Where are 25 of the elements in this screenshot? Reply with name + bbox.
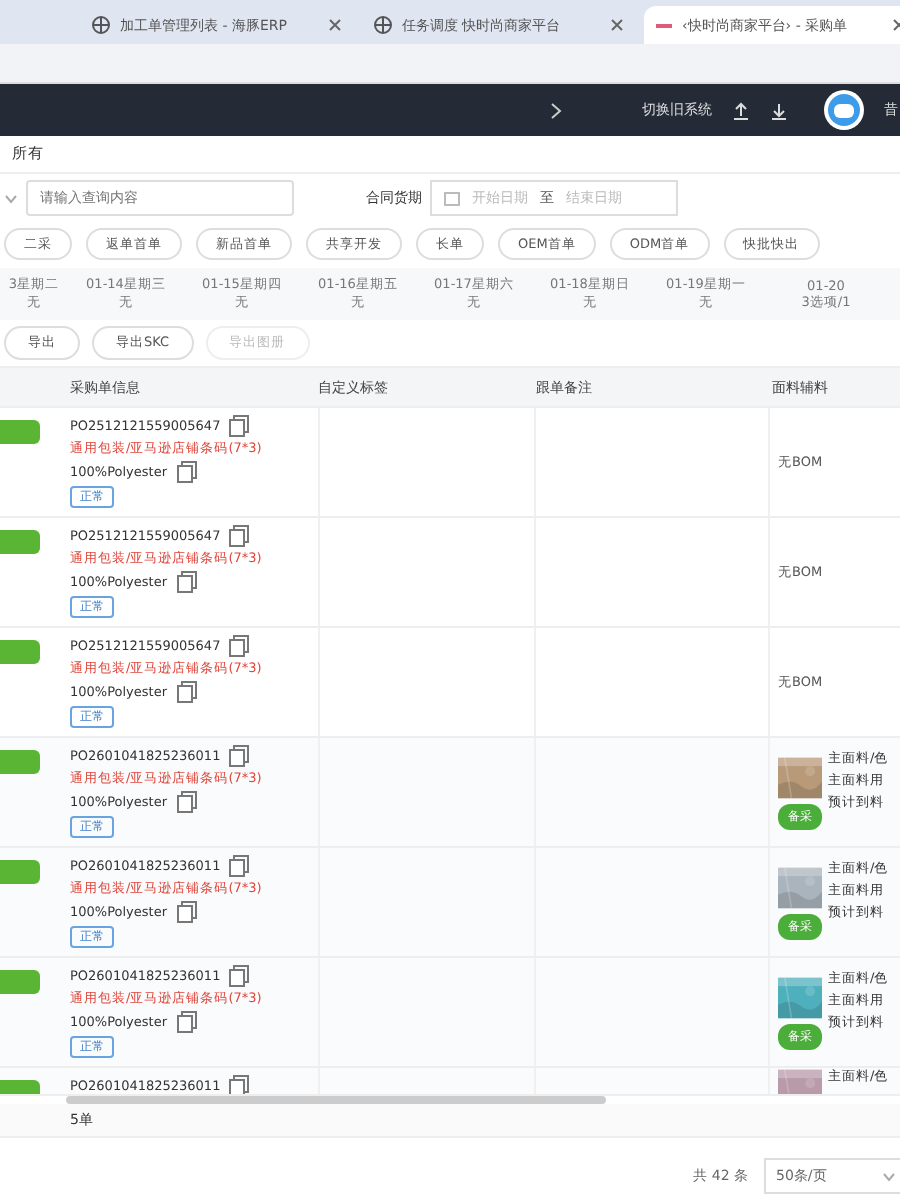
copy-icon[interactable] [228,634,251,658]
download-icon[interactable] [770,101,788,119]
copy-icon[interactable] [228,964,251,988]
copy-icon[interactable] [175,570,198,594]
caret-icon[interactable] [4,193,18,203]
copy-icon[interactable] [175,460,198,484]
copy-icon[interactable] [228,524,251,548]
close-icon[interactable] [328,18,342,32]
caret-icon [882,1171,896,1181]
chevron-right-icon[interactable] [550,101,562,119]
copy-icon[interactable] [228,414,251,438]
copy-icon[interactable] [175,790,198,814]
horizontal-scrollbar[interactable] [66,1096,606,1104]
copy-icon[interactable] [228,1074,251,1094]
copy-icon[interactable] [228,854,251,878]
copy-icon[interactable] [175,680,198,704]
avatar-icon[interactable] [824,90,864,130]
globe-icon [374,16,392,34]
globe-icon [92,16,110,34]
close-icon[interactable] [610,18,624,32]
copy-icon[interactable] [175,1010,198,1034]
copy-icon[interactable] [175,900,198,924]
copy-icon[interactable] [228,744,251,768]
calendar-icon [444,190,460,206]
upload-icon[interactable] [732,101,750,119]
